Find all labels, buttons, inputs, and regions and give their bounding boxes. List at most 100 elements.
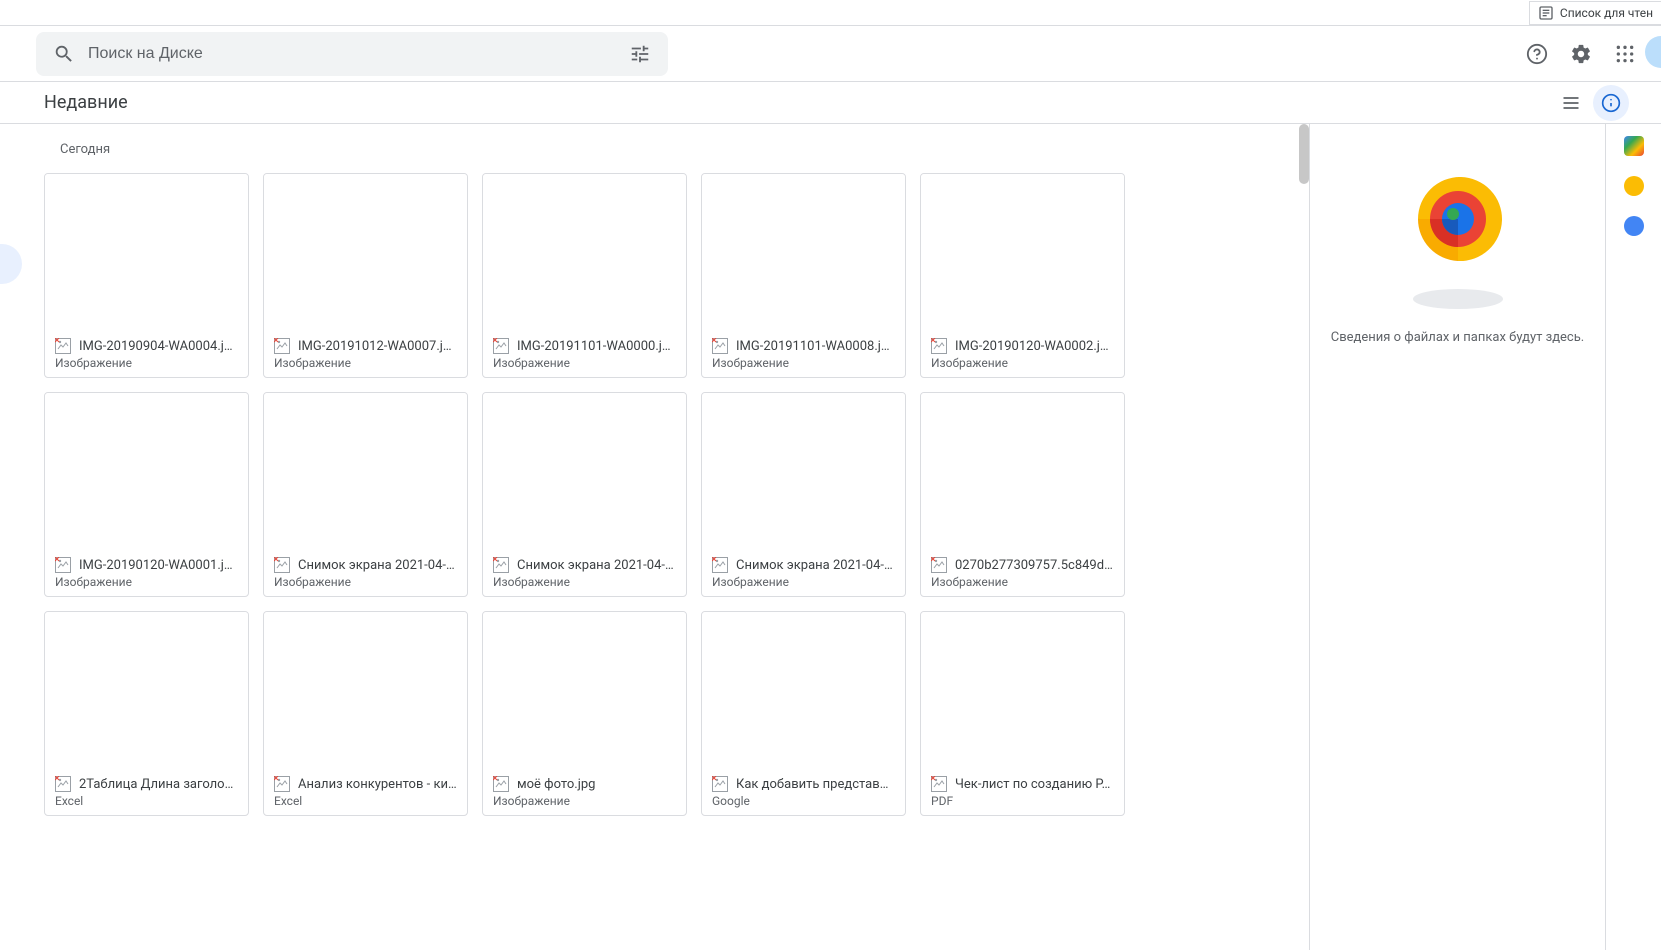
broken-image-icon xyxy=(274,338,290,354)
file-thumbnail xyxy=(483,393,686,549)
app-header xyxy=(0,26,1661,82)
file-type: Изображение xyxy=(274,356,457,370)
file-thumbnail xyxy=(264,612,467,768)
side-app-2[interactable] xyxy=(1624,176,1644,196)
file-thumbnail xyxy=(264,174,467,330)
broken-image-icon xyxy=(55,338,71,354)
list-icon xyxy=(1561,93,1581,113)
file-type: Excel xyxy=(274,794,457,808)
file-meta: 2Таблица Длина заголов… Excel xyxy=(45,768,248,815)
file-card[interactable]: IMG-20191101-WA0000.jp… Изображение xyxy=(482,173,687,378)
file-name: IMG-20190120-WA0001.jpg xyxy=(79,558,238,573)
file-card[interactable]: IMG-20190904-WA0004.jpgИзображение xyxy=(44,173,249,378)
file-thumbnail xyxy=(921,174,1124,330)
file-card[interactable]: 2Таблица Длина заголов… Excel xyxy=(44,611,249,816)
file-thumbnail xyxy=(702,612,905,768)
section-today-label: Сегодня xyxy=(60,142,1293,157)
file-name: 0270b277309757.5c849d… xyxy=(955,558,1113,573)
file-card[interactable]: моё фото.jpgИзображение xyxy=(482,611,687,816)
file-type: Excel xyxy=(55,794,238,808)
broken-image-icon xyxy=(712,338,728,354)
file-meta: Снимок экрана 2021-04-…Изображение xyxy=(264,549,467,596)
search-icon[interactable] xyxy=(44,34,84,74)
broken-image-icon xyxy=(274,776,290,792)
side-rail xyxy=(1605,124,1661,950)
file-name: Снимок экрана 2021-04-… xyxy=(736,558,893,573)
file-thumbnail xyxy=(921,393,1124,549)
details-illustration xyxy=(1388,154,1528,324)
file-name: 2Таблица Длина заголов… xyxy=(79,777,238,792)
file-thumbnail xyxy=(45,174,248,330)
file-meta: IMG-20190120-WA0001.jpg Изображение xyxy=(45,549,248,596)
header-actions xyxy=(1517,34,1645,74)
reading-list-button[interactable]: Список для чтен xyxy=(1529,1,1661,25)
file-meta: Снимок экрана 2021-04-…Изображение xyxy=(702,549,905,596)
file-name: IMG-20190904-WA0004.jpg xyxy=(79,339,238,354)
broken-image-icon xyxy=(55,557,71,573)
file-meta: IMG-20190120-WA0002.jpg Изображение xyxy=(921,330,1124,377)
help-icon xyxy=(1526,43,1548,65)
file-name: IMG-20190120-WA0002.jpg xyxy=(955,339,1114,354)
file-meta: Анализ конкурентов - ки… Excel xyxy=(264,768,467,815)
file-name: Снимок экрана 2021-04-… xyxy=(517,558,674,573)
file-name: Анализ конкурентов - ки… xyxy=(298,777,457,792)
file-type: Изображение xyxy=(712,356,895,370)
file-meta: Как добавить представи… Google xyxy=(702,768,905,815)
file-meta: IMG-20191012-WA0007.jpg Изображение xyxy=(264,330,467,377)
side-app-3[interactable] xyxy=(1624,216,1644,236)
broken-image-icon xyxy=(493,557,509,573)
apps-button[interactable] xyxy=(1605,34,1645,74)
help-button[interactable] xyxy=(1517,34,1557,74)
file-name: IMG-20191012-WA0007.jpg xyxy=(298,339,457,354)
info-icon xyxy=(1601,93,1621,113)
reading-list-icon xyxy=(1538,5,1554,21)
file-meta: IMG-20191101-WA0000.jp… Изображение xyxy=(483,330,686,377)
file-name: Как добавить представи… xyxy=(736,777,895,792)
broken-image-icon xyxy=(712,557,728,573)
content-header: Недавние xyxy=(0,82,1661,124)
file-type: PDF xyxy=(931,794,1114,808)
search-options-icon[interactable] xyxy=(620,34,660,74)
details-panel: Сведения о файлах и папках будут здесь. xyxy=(1309,124,1605,950)
gear-icon xyxy=(1570,43,1592,65)
broken-image-icon xyxy=(493,776,509,792)
file-card[interactable]: Снимок экрана 2021-04-…Изображение xyxy=(701,392,906,597)
file-card[interactable]: 0270b277309757.5c849d…Изображение xyxy=(920,392,1125,597)
file-meta: IMG-20191101-WA0008.jpgИзображение xyxy=(702,330,905,377)
file-thumbnail xyxy=(45,612,248,768)
file-thumbnail xyxy=(264,393,467,549)
file-card[interactable]: Анализ конкурентов - ки… Excel xyxy=(263,611,468,816)
file-thumbnail xyxy=(702,174,905,330)
file-card[interactable]: IMG-20191012-WA0007.jpg Изображение xyxy=(263,173,468,378)
file-card[interactable]: IMG-20190120-WA0002.jpg Изображение xyxy=(920,173,1125,378)
file-name: IMG-20191101-WA0000.jp… xyxy=(517,339,676,354)
details-empty-text: Сведения о файлах и папках будут здесь. xyxy=(1331,330,1584,345)
main-area: Сегодня IMG-20190904-WA0004.jpgИзображен… xyxy=(0,124,1661,950)
file-type: Изображение xyxy=(55,575,238,589)
apps-icon xyxy=(1615,44,1635,64)
scrollbar[interactable] xyxy=(1299,124,1309,184)
file-card[interactable]: IMG-20191101-WA0008.jpgИзображение xyxy=(701,173,906,378)
file-type: Google xyxy=(712,794,895,808)
broken-image-icon xyxy=(931,776,947,792)
file-type: Изображение xyxy=(493,575,676,589)
settings-button[interactable] xyxy=(1561,34,1601,74)
view-toggles xyxy=(1553,85,1629,121)
file-card[interactable]: IMG-20190120-WA0001.jpg Изображение xyxy=(44,392,249,597)
file-type: Изображение xyxy=(931,356,1114,370)
search-box[interactable] xyxy=(36,32,668,76)
files-panel[interactable]: Сегодня IMG-20190904-WA0004.jpgИзображен… xyxy=(0,124,1309,950)
info-button[interactable] xyxy=(1593,85,1629,121)
file-meta: 0270b277309757.5c849d…Изображение xyxy=(921,549,1124,596)
file-card[interactable]: Снимок экрана 2021-04-… Изображение xyxy=(482,392,687,597)
broken-image-icon xyxy=(493,338,509,354)
broken-image-icon xyxy=(55,776,71,792)
search-input[interactable] xyxy=(84,45,620,63)
file-card[interactable]: Чек-лист по созданию Р…PDF xyxy=(920,611,1125,816)
side-app-1[interactable] xyxy=(1624,136,1644,156)
file-type: Изображение xyxy=(493,356,676,370)
broken-image-icon xyxy=(931,557,947,573)
file-card[interactable]: Снимок экрана 2021-04-…Изображение xyxy=(263,392,468,597)
list-view-button[interactable] xyxy=(1553,85,1589,121)
file-card[interactable]: Как добавить представи… Google xyxy=(701,611,906,816)
